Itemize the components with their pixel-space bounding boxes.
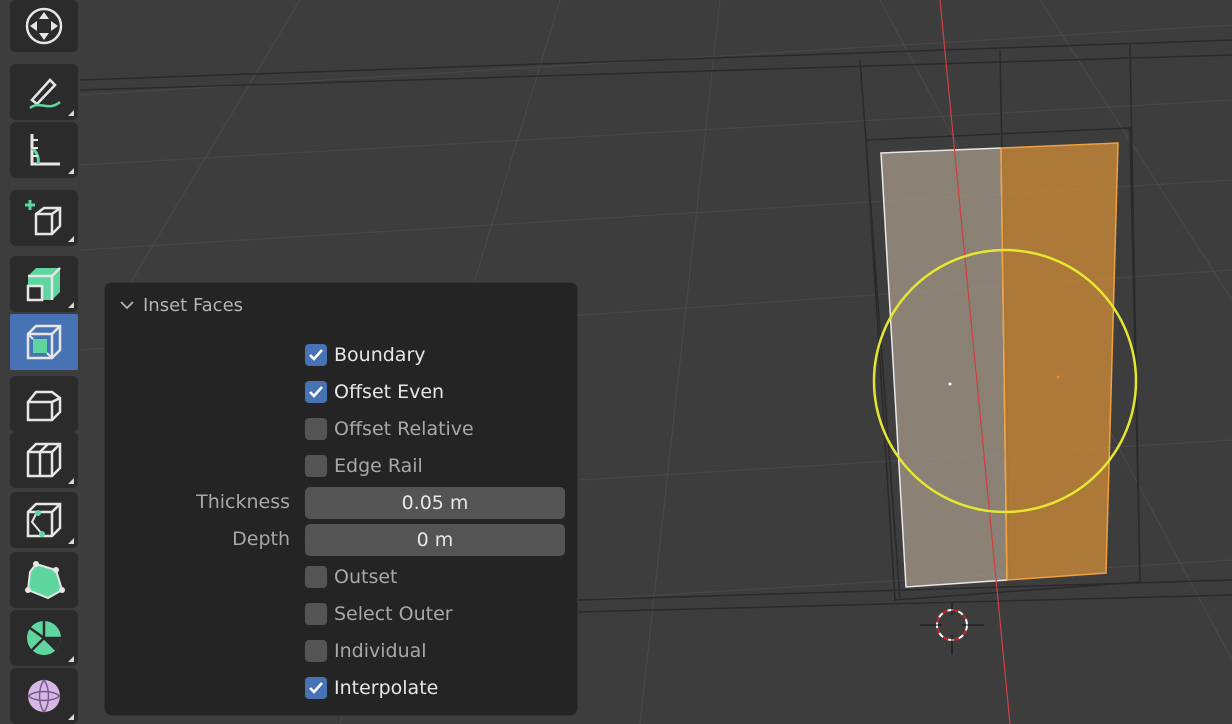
knife-icon — [26, 502, 62, 538]
select-outer-option[interactable]: Select Outer — [105, 598, 579, 632]
poly-build-icon — [25, 561, 65, 600]
edge-rail-option[interactable]: Edge Rail — [105, 450, 579, 484]
more-tools-indicator — [68, 478, 74, 484]
select-outer-label: Select Outer — [334, 603, 453, 625]
inset-face-right[interactable] — [1000, 142, 1119, 581]
spin-icon — [27, 621, 61, 655]
face-center-dot — [948, 382, 952, 386]
boundary-option[interactable]: Boundary — [105, 339, 579, 373]
checkmark-icon — [309, 682, 323, 694]
depth-label: Depth — [232, 528, 290, 550]
more-tools-indicator — [68, 302, 74, 308]
bevel-icon — [26, 390, 62, 422]
interpolate-checkbox[interactable] — [305, 677, 327, 699]
thickness-row: Thickness 0.05 m — [105, 485, 579, 519]
tool-inset-faces[interactable] — [10, 314, 78, 370]
face-center-dot — [1056, 375, 1060, 379]
panel-header[interactable]: Inset Faces — [119, 293, 243, 317]
more-tools-indicator — [68, 168, 74, 174]
transform-navigate-icon — [25, 7, 63, 45]
tool-transform-navigate[interactable] — [10, 0, 78, 52]
checkmark-icon — [309, 386, 323, 398]
extrude-region-icon — [26, 267, 61, 302]
offset-even-checkbox[interactable] — [305, 381, 327, 403]
individual-checkbox[interactable] — [305, 640, 327, 662]
select-outer-checkbox[interactable] — [305, 603, 327, 625]
tool-poly-build[interactable] — [10, 552, 78, 608]
annotate-icon — [29, 78, 61, 110]
thickness-label: Thickness — [196, 491, 290, 513]
offset-even-option[interactable]: Offset Even — [105, 376, 579, 410]
offset-relative-checkbox[interactable] — [305, 418, 327, 440]
edge-rail-label: Edge Rail — [334, 455, 423, 477]
thickness-field[interactable]: 0.05 m — [305, 487, 565, 519]
outset-option[interactable]: Outset — [105, 561, 579, 595]
tool-add-cube[interactable] — [10, 190, 78, 246]
more-tools-indicator — [68, 538, 74, 544]
edge-rail-checkbox[interactable] — [305, 455, 327, 477]
interpolate-label: Interpolate — [334, 677, 439, 699]
offset-even-label: Offset Even — [334, 381, 445, 403]
tool-bevel[interactable] — [10, 376, 78, 432]
chevron-down-icon[interactable] — [119, 299, 135, 311]
tool-measure[interactable] — [10, 122, 78, 178]
outset-checkbox[interactable] — [305, 566, 327, 588]
boundary-checkbox[interactable] — [305, 344, 327, 366]
panel-title: Inset Faces — [143, 294, 244, 316]
more-tools-indicator — [68, 656, 74, 662]
more-tools-indicator — [68, 714, 74, 720]
inset-faces-icon — [26, 324, 62, 360]
3d-cursor-icon[interactable] — [920, 603, 984, 655]
add-cube-icon — [25, 200, 62, 236]
loop-cut-icon — [26, 442, 62, 478]
tool-smooth[interactable] — [10, 668, 78, 724]
interpolate-option[interactable]: Interpolate — [105, 672, 579, 706]
boundary-label: Boundary — [334, 344, 426, 366]
individual-label: Individual — [334, 640, 427, 662]
tool-knife[interactable] — [10, 492, 78, 548]
tool-spin[interactable] — [10, 610, 78, 666]
measure-icon — [30, 134, 60, 166]
checkmark-icon — [309, 349, 323, 361]
inset-face-left[interactable] — [880, 147, 1008, 588]
offset-relative-option[interactable]: Offset Relative — [105, 413, 579, 447]
individual-option[interactable]: Individual — [105, 635, 579, 669]
outset-label: Outset — [334, 566, 398, 588]
tool-loop-cut[interactable] — [10, 432, 78, 488]
inset-faces-panel[interactable]: Inset Faces Boundary Offset Even Offset … — [104, 282, 578, 716]
offset-relative-label: Offset Relative — [334, 418, 474, 440]
tool-annotate[interactable] — [10, 64, 78, 120]
depth-row: Depth 0 m — [105, 522, 579, 556]
depth-field[interactable]: 0 m — [305, 524, 565, 556]
tool-extrude-region[interactable] — [10, 256, 78, 312]
smooth-icon — [27, 679, 61, 713]
more-tools-indicator — [68, 236, 74, 242]
more-tools-indicator — [68, 110, 74, 116]
